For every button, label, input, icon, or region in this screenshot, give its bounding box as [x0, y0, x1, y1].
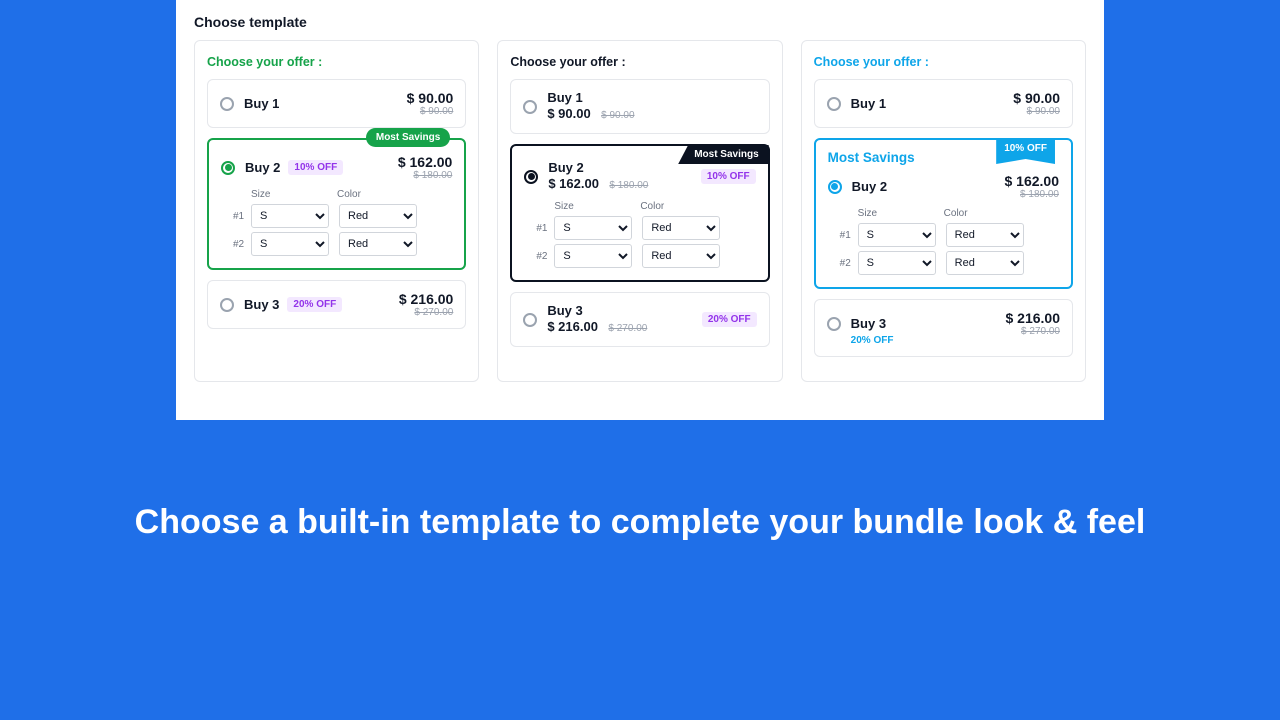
offer-strike: $ 180.00	[609, 180, 648, 191]
color-select[interactable]: Red	[642, 216, 720, 240]
discount-badge: 10% OFF	[288, 160, 343, 175]
hero-tagline: Choose a built-in template to complete y…	[0, 500, 1280, 544]
offer-name: Buy 1	[851, 96, 886, 111]
radio-icon[interactable]	[523, 313, 537, 327]
discount-badge: 20% OFF	[287, 297, 342, 312]
size-select[interactable]: S	[554, 244, 632, 268]
color-select[interactable]: Red	[946, 223, 1024, 247]
offer-buy2-selected[interactable]: Most Savings Buy 2 10% OFF $ 162.00 $ 18…	[207, 138, 466, 270]
offer-price: $ 216.00	[1005, 310, 1060, 326]
offer-buy2-selected[interactable]: 10% OFF Most Savings Buy 2 $ 162.00 $ 18…	[814, 138, 1073, 289]
offer-price: $ 90.00	[1013, 90, 1060, 106]
color-label: Color	[337, 189, 361, 200]
most-savings-ribbon: Most Savings	[678, 145, 768, 164]
board-title: Choose your offer :	[207, 55, 466, 69]
radio-icon[interactable]	[827, 97, 841, 111]
offer-strike: $ 270.00	[399, 307, 454, 318]
discount-badge: 10% OFF	[701, 169, 756, 184]
offer-strike: $ 90.00	[1013, 106, 1060, 117]
size-label: Size	[858, 208, 944, 219]
radio-icon[interactable]	[220, 298, 234, 312]
template-card-green[interactable]: Choose your offer : Buy 1 $ 90.00 $ 90.0…	[194, 40, 479, 382]
size-select[interactable]: S	[858, 251, 936, 275]
color-label: Color	[944, 208, 968, 219]
offer-name: Buy 2	[852, 179, 887, 194]
row-index: #1	[536, 223, 554, 234]
offer-buy1[interactable]: Buy 1 $ 90.00 $ 90.00	[510, 79, 769, 134]
row-index: #2	[840, 258, 858, 269]
template-card-black[interactable]: Choose your offer : Buy 1 $ 90.00 $ 90.0…	[497, 40, 782, 382]
offer-strike: $ 90.00	[407, 106, 454, 117]
offer-price: $ 162.00	[1004, 173, 1059, 189]
row-index: #2	[536, 251, 554, 262]
offer-price: $ 216.00	[399, 291, 454, 307]
board-title: Choose your offer :	[814, 55, 1073, 69]
color-select[interactable]: Red	[946, 251, 1024, 275]
offer-buy1[interactable]: Buy 1 $ 90.00 $ 90.00	[814, 79, 1073, 128]
template-boards: Choose your offer : Buy 1 $ 90.00 $ 90.0…	[176, 40, 1104, 400]
offer-price: $ 162.00	[398, 154, 453, 170]
color-select[interactable]: Red	[339, 204, 417, 228]
size-label: Size	[251, 189, 337, 200]
offer-strike: $ 180.00	[1004, 189, 1059, 200]
offer-name: Buy 2	[245, 160, 280, 175]
offer-buy1[interactable]: Buy 1 $ 90.00 $ 90.00	[207, 79, 466, 128]
size-select[interactable]: S	[554, 216, 632, 240]
offer-name: Buy 3	[547, 303, 647, 318]
offer-strike: $ 270.00	[608, 323, 647, 334]
size-select[interactable]: S	[251, 232, 329, 256]
discount-badge: 20% OFF	[702, 312, 757, 327]
radio-icon[interactable]	[221, 161, 235, 175]
offer-name: Buy 3	[851, 316, 886, 331]
size-select[interactable]: S	[858, 223, 936, 247]
template-panel: Choose template Choose your offer : Buy …	[176, 0, 1104, 420]
offer-strike: $ 90.00	[601, 110, 634, 121]
row-index: #2	[233, 239, 251, 250]
offer-strike: $ 180.00	[398, 170, 453, 181]
color-label: Color	[640, 201, 664, 212]
offer-price: $ 162.00	[548, 176, 599, 191]
row-index: #1	[233, 211, 251, 222]
radio-icon[interactable]	[827, 317, 841, 331]
board-title: Choose your offer :	[510, 55, 769, 69]
color-select[interactable]: Red	[642, 244, 720, 268]
offer-buy3[interactable]: Buy 3 $ 216.00 $ 270.00 20% OFF	[814, 299, 1073, 357]
offer-price: $ 90.00	[547, 106, 590, 121]
offer-buy2-selected[interactable]: Most Savings Buy 2 $ 162.00 $ 180.00 10%…	[510, 144, 769, 282]
offer-price: $ 90.00	[407, 90, 454, 106]
offer-strike: $ 270.00	[1005, 326, 1060, 337]
row-index: #1	[840, 230, 858, 241]
most-savings-badge: Most Savings	[366, 128, 450, 147]
offer-buy3[interactable]: Buy 3 20% OFF $ 216.00 $ 270.00	[207, 280, 466, 329]
template-card-blue[interactable]: Choose your offer : Buy 1 $ 90.00 $ 90.0…	[801, 40, 1086, 382]
radio-icon[interactable]	[828, 180, 842, 194]
radio-icon[interactable]	[523, 100, 537, 114]
color-select[interactable]: Red	[339, 232, 417, 256]
radio-icon[interactable]	[220, 97, 234, 111]
offer-buy3[interactable]: Buy 3 $ 216.00 $ 270.00 20% OFF	[510, 292, 769, 347]
size-label: Size	[554, 201, 640, 212]
offer-name: Buy 1	[547, 90, 634, 105]
panel-title: Choose template	[176, 0, 1104, 40]
offer-name: Buy 2	[548, 160, 648, 175]
offer-price: $ 216.00	[547, 319, 598, 334]
offer-name: Buy 1	[244, 96, 279, 111]
size-select[interactable]: S	[251, 204, 329, 228]
offer-name: Buy 3	[244, 297, 279, 312]
radio-icon[interactable]	[524, 170, 538, 184]
